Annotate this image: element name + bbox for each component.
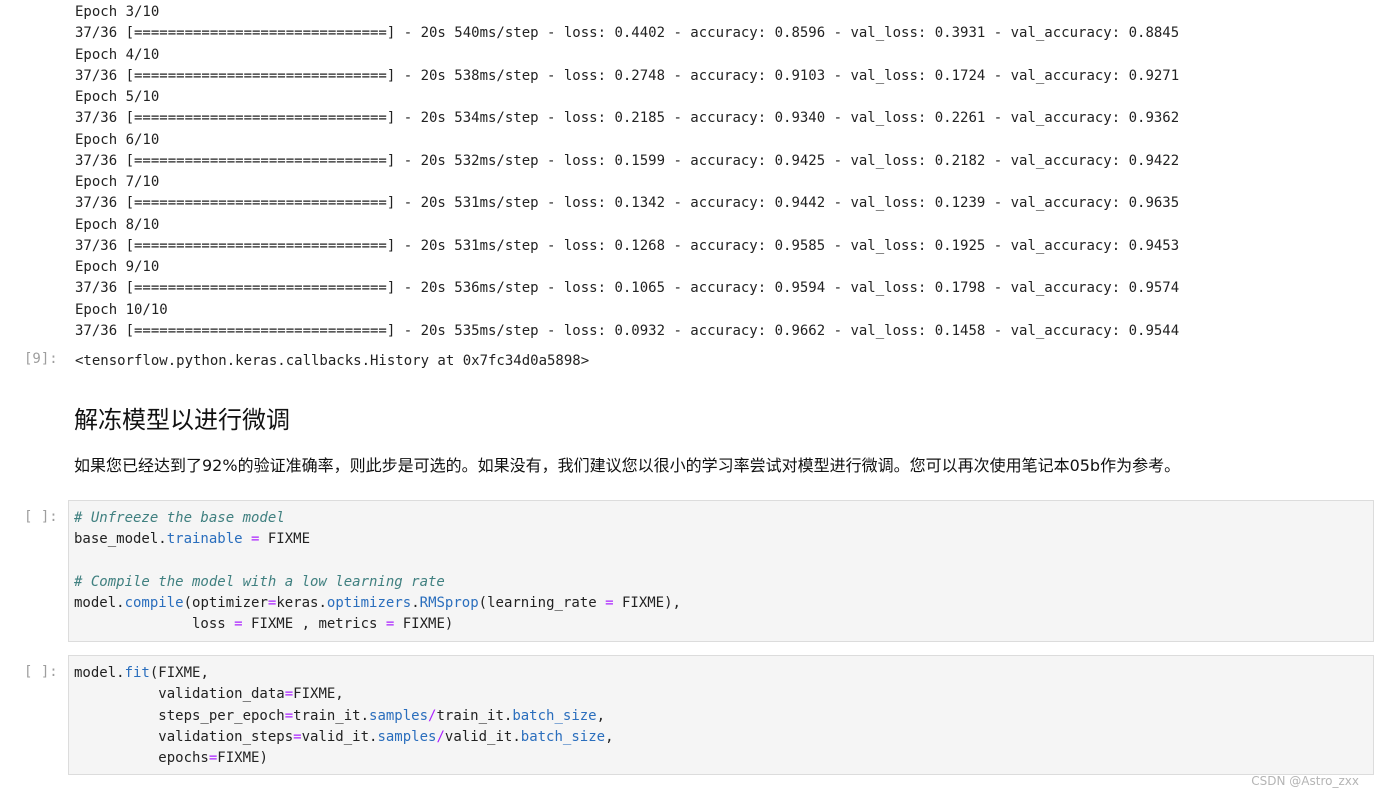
code-token: train_it. [436,707,513,724]
code-token: valid_it. [444,728,521,745]
progress-line: 37/36 [==============================] -… [75,195,1180,212]
code-token: (optimizer [183,595,268,611]
cell-prompt: [ ]: [24,664,58,680]
code-cell-fit[interactable]: model.fit(FIXME, validation_data=FIXME, … [68,655,1374,775]
code-line: validation_data=FIXME, [74,684,1373,705]
code-token: = [284,707,294,724]
code-token: batch_size [520,728,606,745]
progress-line: 37/36 [==============================] -… [75,152,1180,169]
progress-line: 37/36 [==============================] -… [75,322,1180,339]
code-token: = [234,616,243,633]
execution-count-prompt: [9]: [24,351,58,367]
code-line: loss = FIXME , metrics = FIXME) [74,614,1373,635]
code-token: validation_data [74,686,285,703]
code-token: FIXME), [613,595,681,611]
epoch-line: Epoch 3/10 [75,4,160,20]
code-token: . [411,595,420,611]
progress-line: 37/36 [==============================] -… [75,237,1180,254]
code-token: FIXME , metrics [242,616,386,633]
code-token: keras. [276,595,327,611]
code-token: steps_per_epoch [74,707,285,724]
markdown-paragraph: 如果您已经达到了92%的验证准确率，则此步是可选的。如果没有，我们建议您以很小的… [74,456,1181,475]
code-line: base_model.trainable = FIXME [74,529,1373,550]
code-token: valid_it. [301,728,378,745]
code-line: model.fit(FIXME, [74,663,1373,684]
code-token: optimizers [326,595,412,611]
code-token: samples [377,728,437,745]
code-token: FIXME, [293,686,344,703]
code-token: FIXME) [217,750,268,766]
code-comment: # Unfreeze the base model [74,510,285,526]
progress-line: 37/36 [==============================] -… [75,25,1180,42]
code-token: (learning_rate [478,595,606,611]
progress-line: 37/36 [==============================] -… [75,280,1180,297]
code-line: steps_per_epoch=train_it.samples/train_i… [74,706,1373,727]
progress-line: 37/36 [==============================] -… [75,67,1180,84]
code-line: validation_steps=valid_it.samples/valid_… [74,727,1373,748]
code-token: base_model. [74,531,167,548]
epoch-line: Epoch 7/10 [75,174,160,190]
code-token: compile [124,595,184,611]
code-token: FIXME) [394,616,454,633]
code-token: fit [124,665,150,681]
code-line: model.compile(optimizer = keras.optimizers… [74,593,1373,614]
code-line: epochs=FIXME) [74,748,1373,769]
code-token: , [596,707,606,724]
code-token: epochs [74,750,209,766]
training-output: Epoch 3/10 37/36 [=======================… [75,2,1179,342]
code-token: = [293,728,302,745]
code-token: train_it. [293,707,370,724]
code-comment: # Compile the model with a low learning … [74,573,445,590]
code-token: FIXME [259,531,311,548]
code-token: = [284,686,294,703]
code-token: samples [369,707,429,724]
code-token: validation_steps [74,728,294,745]
code-line: # Unfreeze the base model [74,508,1373,529]
progress-line: 37/36 [==============================] -… [75,110,1180,127]
code-token: loss [74,616,235,633]
code-token: (FIXME, [149,665,209,681]
epoch-line: Epoch 8/10 [75,216,160,233]
code-token: = [605,595,614,611]
epoch-line: Epoch 4/10 [75,46,160,63]
code-token: model. [74,595,125,611]
epoch-line: Epoch 6/10 [75,131,160,148]
epoch-line: Epoch 9/10 [75,259,160,275]
cell-result-output: <tensorflow.python.keras.callbacks.Histo… [75,353,590,369]
code-token: trainable [166,531,243,548]
cell-prompt: [ ]: [24,509,58,525]
epoch-line: Epoch 10/10 [75,301,168,318]
code-token: , [605,728,614,745]
code-token: / [436,728,445,745]
watermark: CSDN @Astro_zxx [1251,774,1359,788]
code-line: # Compile the model with a low learning … [74,572,1373,593]
markdown-heading: 解冻模型以进行微调 [74,406,290,434]
epoch-line: Epoch 5/10 [75,89,160,105]
code-token: batch_size [512,707,597,724]
code-cell-unfreeze[interactable]: # Unfreeze the base model base_model.trai… [68,500,1374,642]
code-token: model. [74,665,125,681]
code-token: RMSprop [419,595,479,611]
